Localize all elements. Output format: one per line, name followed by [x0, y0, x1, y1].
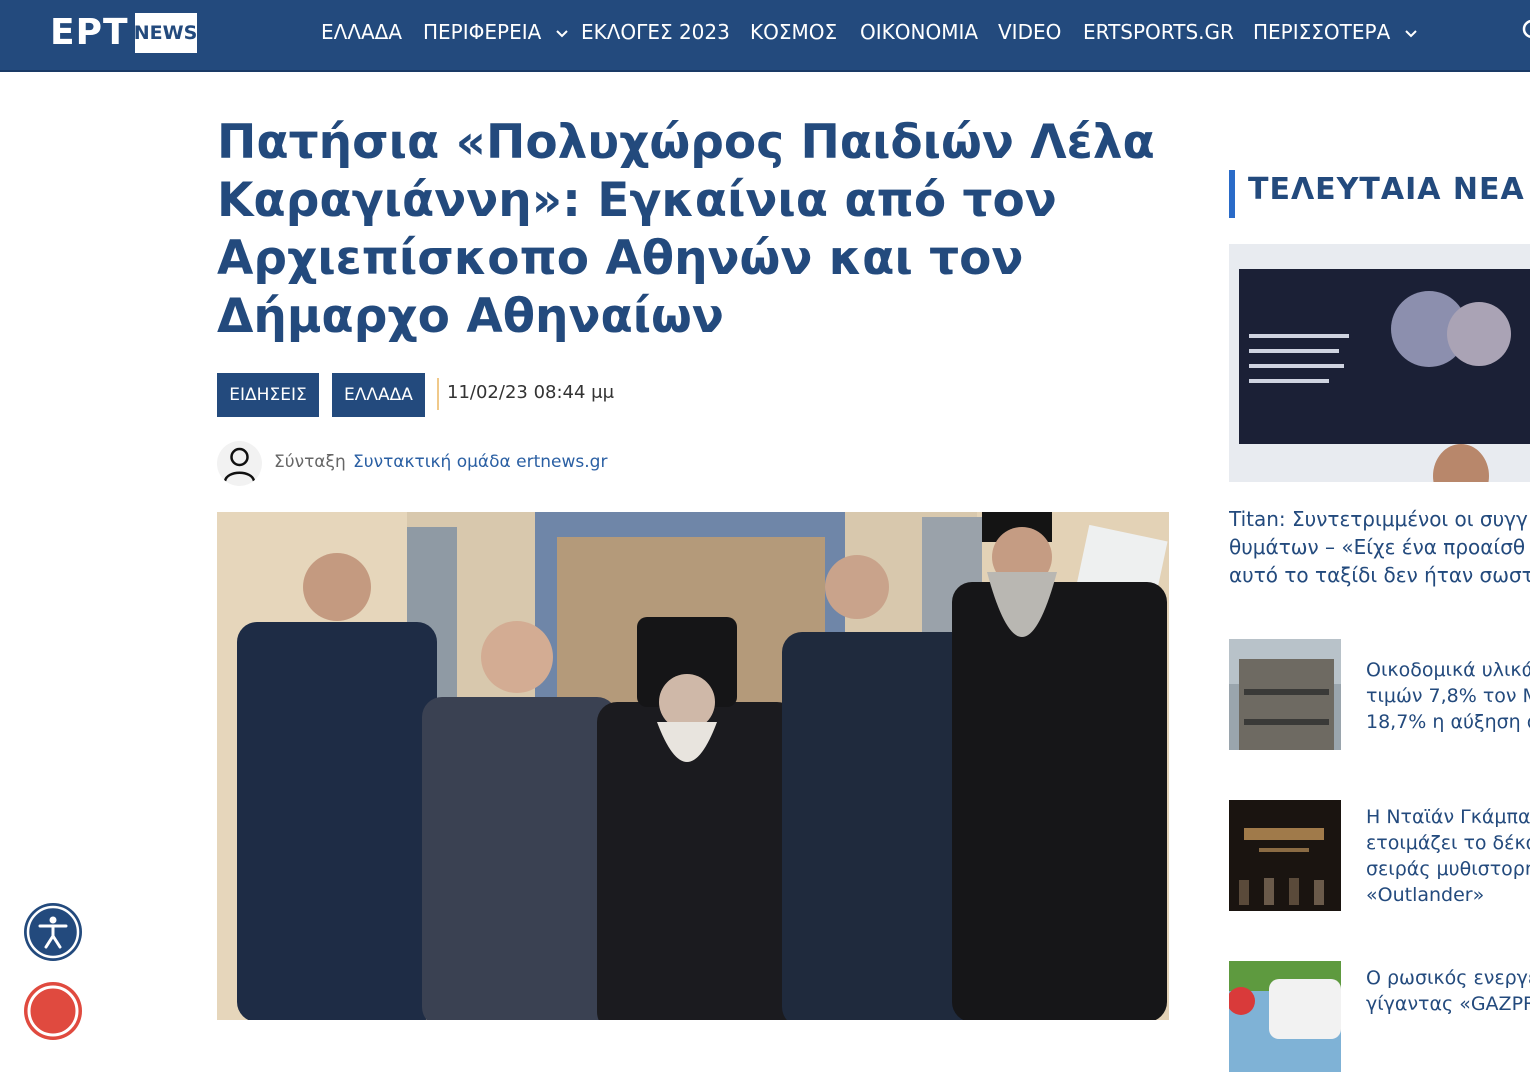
title-line: Titan: Συντετριμμένοι οι συγγ — [1229, 507, 1528, 531]
article-title: Πατήσια «Πολυχώρος Παιδιών Λέλα Καραγιάν… — [217, 115, 1155, 344]
chevron-down-icon — [1404, 29, 1417, 37]
sidebar-item-image[interactable] — [1229, 961, 1341, 1072]
sidebar-item-image[interactable] — [1229, 800, 1341, 911]
nav-item-perifereia[interactable]: ΠΕΡΙΦΕΡΕΙΑ — [423, 20, 568, 44]
article-main-photo — [217, 512, 1169, 1020]
tag-eidiseis[interactable]: ΕΙΔΗΣΕΙΣ — [217, 373, 319, 417]
title-line: «Outlander» — [1366, 884, 1485, 906]
title-line: γίγαντας «GAZPRO — [1366, 993, 1530, 1015]
title-line: αυτό το ταξίδι δεν ήταν σωστ — [1229, 563, 1530, 587]
nav-item-perissotera[interactable]: ΠΕΡΙΣΣΟΤΕΡΑ — [1253, 20, 1417, 44]
nav-item-ekloges-2023[interactable]: ΕΚΛΟΓΕΣ 2023 — [581, 20, 730, 44]
nav-item-ellada[interactable]: ΕΛΛΑΔΑ — [321, 20, 402, 44]
title-line: Η Νταϊάν Γκάμπαλ — [1366, 806, 1530, 828]
title-line: Ο ρωσικός ενεργε — [1366, 967, 1530, 989]
title-line: Οικοδομικά υλικά: — [1366, 659, 1530, 681]
nav-item-video[interactable]: VIDEO — [998, 20, 1061, 44]
chevron-down-icon — [555, 29, 568, 37]
title-line: θυμάτων – «Είχε ένα προαίσθ — [1229, 535, 1526, 559]
title-line: 18,7% η αύξηση σ — [1366, 711, 1530, 733]
sidebar-featured-title[interactable]: Titan: Συντετριμμένοι οι συγγ θυμάτων – … — [1229, 505, 1530, 589]
accessibility-icon — [26, 905, 80, 959]
sidebar-item-title[interactable]: Η Νταϊάν Γκάμπαλ ετοιμάζει το δέκατ σειρ… — [1366, 804, 1530, 908]
chat-button[interactable] — [24, 982, 82, 1040]
tag-ellada[interactable]: ΕΛΛΑΔΑ — [332, 373, 425, 417]
accessibility-button[interactable] — [24, 903, 82, 961]
nav-item-kosmos[interactable]: ΚΟΣΜΟΣ — [750, 20, 837, 44]
date-separator — [437, 378, 439, 410]
logo-news-badge: NEWS — [134, 13, 197, 53]
nav-item-label: ΠΕΡΙΣΣΟΤΕΡΑ — [1253, 20, 1391, 44]
sidebar-heading: ΤΕΛΕΥΤΑΙΑ ΝΕΑ — [1248, 172, 1525, 207]
title-line: τιμών 7,8% τον Μ — [1366, 685, 1530, 707]
search-icon[interactable] — [1518, 16, 1530, 46]
nav-item-oikonomia[interactable]: ΟΙΚΟΝΟΜΙΑ — [860, 20, 978, 44]
nav-item-ertsports[interactable]: ERTSPORTS.GR — [1083, 20, 1234, 44]
sidebar-item-title[interactable]: Οικοδομικά υλικά: τιμών 7,8% τον Μ 18,7%… — [1366, 657, 1530, 735]
title-line: σειράς μυθιστορη — [1366, 858, 1530, 880]
author-link[interactable]: Συντακτική ομάδα ertnews.gr — [353, 452, 607, 472]
nav-item-label: ΠΕΡΙΦΕΡΕΙΑ — [423, 20, 542, 44]
author-label: Σύνταξη — [274, 452, 346, 472]
top-navigation-bar: EPT NEWS ΕΛΛΑΔΑ ΠΕΡΙΦΕΡΕΙΑ ΕΚΛΟΓΕΣ 2023 … — [0, 0, 1530, 72]
sidebar-item-title[interactable]: Ο ρωσικός ενεργε γίγαντας «GAZPRO — [1366, 965, 1530, 1017]
title-line: ετοιμάζει το δέκατ — [1366, 832, 1530, 854]
sidebar-featured-image[interactable] — [1229, 244, 1530, 482]
sidebar-heading-accent — [1229, 170, 1235, 218]
chat-icon — [27, 985, 79, 1037]
sidebar-item-image[interactable] — [1229, 639, 1341, 750]
user-avatar-icon — [217, 441, 262, 486]
site-logo[interactable]: EPT NEWS — [50, 13, 197, 53]
logo-ert-text: EPT — [50, 12, 129, 53]
article-date: 11/02/23 08:44 μμ — [447, 382, 615, 403]
